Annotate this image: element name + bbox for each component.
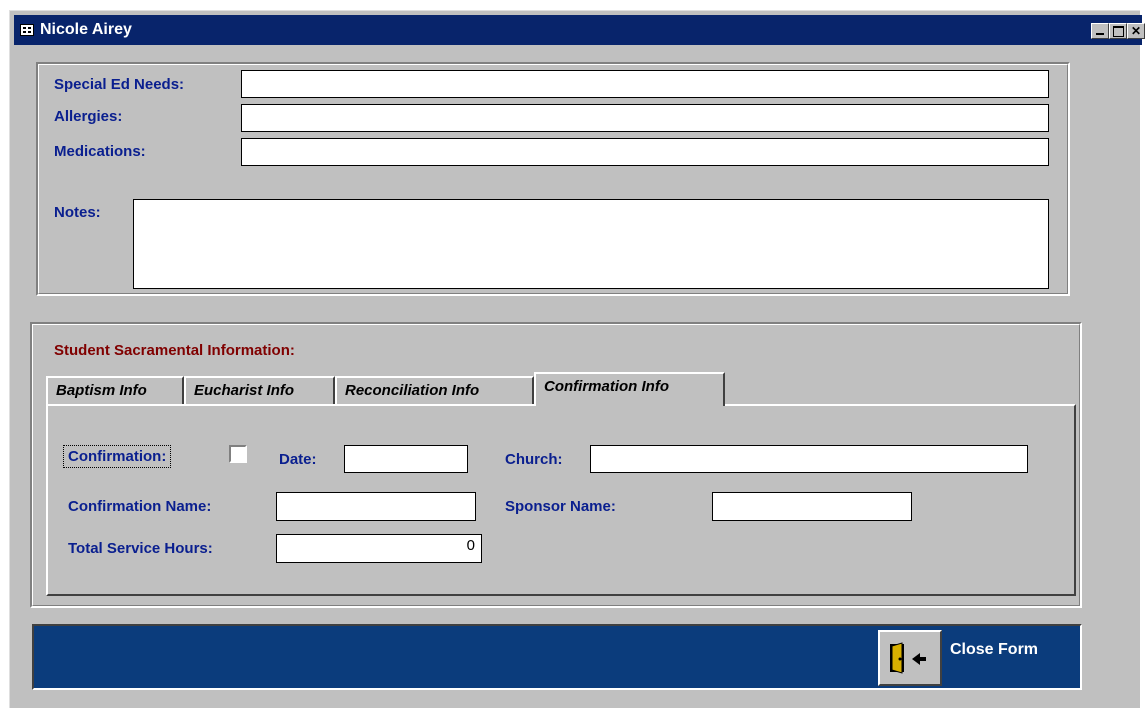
window-title: Nicole Airey: [40, 21, 132, 38]
tab-baptism-info[interactable]: Baptism Info: [46, 376, 184, 404]
confirmation-label: Confirmation:: [63, 445, 172, 468]
date-label: Date:: [279, 451, 317, 468]
service-hours-field[interactable]: 0: [276, 534, 482, 563]
medications-field[interactable]: [241, 138, 1049, 166]
special-ed-label: Special Ed Needs:: [54, 76, 185, 93]
tab-reconciliation-info[interactable]: Reconciliation Info: [335, 376, 534, 404]
sponsor-name-field[interactable]: [712, 492, 912, 521]
notes-field[interactable]: [133, 199, 1049, 289]
close-window-button[interactable]: ✕: [1127, 23, 1145, 39]
date-field[interactable]: [344, 445, 468, 473]
form-icon: [20, 24, 34, 36]
confirmation-name-label: Confirmation Name:: [68, 498, 212, 515]
tab-confirmation-info[interactable]: Confirmation Info: [534, 372, 725, 406]
sponsor-name-label: Sponsor Name:: [505, 498, 616, 515]
confirmation-name-field[interactable]: [276, 492, 476, 521]
close-form-button[interactable]: [878, 630, 942, 686]
medications-label: Medications:: [54, 143, 146, 160]
tab-eucharist-info[interactable]: Eucharist Info: [184, 376, 335, 404]
allergies-field[interactable]: [241, 104, 1049, 132]
service-hours-label: Total Service Hours:: [68, 540, 213, 557]
church-label: Church:: [505, 451, 563, 468]
footer-bar: Close Form: [32, 624, 1082, 690]
minimize-button[interactable]: [1091, 23, 1109, 39]
close-form-label: Close Form: [950, 641, 1039, 658]
church-field[interactable]: [590, 445, 1028, 473]
sacramental-section-title: Student Sacramental Information:: [54, 342, 295, 359]
door-exit-icon: [890, 642, 926, 674]
confirmation-checkbox[interactable]: [229, 445, 247, 463]
special-ed-field[interactable]: [241, 70, 1049, 98]
title-bar[interactable]: Nicole Airey ✕: [14, 15, 1145, 45]
maximize-button[interactable]: [1109, 23, 1127, 39]
allergies-label: Allergies:: [54, 108, 123, 125]
notes-label: Notes:: [54, 204, 101, 221]
